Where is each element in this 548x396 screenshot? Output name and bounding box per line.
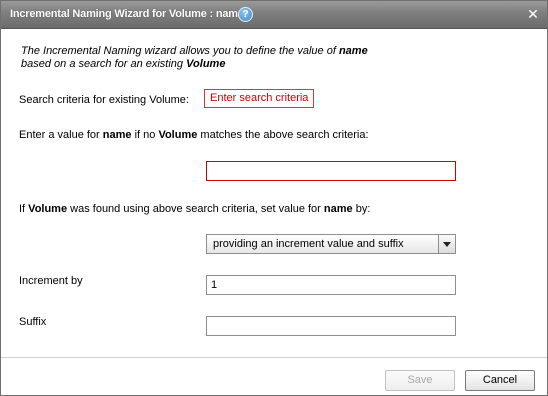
dialog-title-bar[interactable]: Incremental Naming Wizard for Volume : n… — [1, 1, 547, 29]
dropdown-button[interactable] — [438, 235, 455, 253]
increment-label: Increment by — [19, 275, 83, 287]
help-icon[interactable]: ? — [238, 7, 253, 22]
intro-text: The Incremental Naming wizard allows you… — [21, 45, 368, 71]
dialog-title: Incremental Naming Wizard for Volume : n… — [10, 8, 244, 20]
increment-input[interactable] — [206, 275, 456, 295]
intro-part1: The Incremental Naming wizard allows you… — [21, 45, 339, 57]
cancel-button[interactable]: Cancel — [465, 370, 535, 391]
search-criteria-label: Search criteria for existing Volume: — [19, 94, 189, 106]
enter-search-criteria-link[interactable]: Enter search criteria — [204, 89, 315, 108]
intro-part2: based on a search for an existing — [21, 58, 187, 70]
chevron-down-icon — [443, 242, 451, 247]
incremental-naming-dialog: Incremental Naming Wizard for Volume : n… — [0, 0, 548, 396]
save-button[interactable]: Save — [385, 370, 455, 391]
value-method-select[interactable]: providing an increment value and suffix — [206, 234, 456, 254]
found-value-label: If Volume was found using above search c… — [19, 203, 371, 215]
suffix-label: Suffix — [19, 316, 47, 328]
fallback-value-label: Enter a value for name if no Volume matc… — [19, 129, 369, 141]
intro-field-name: name — [338, 45, 368, 57]
intro-object-name: Volume — [186, 58, 226, 70]
suffix-input[interactable] — [206, 316, 456, 336]
dialog-footer: Save Cancel — [1, 357, 547, 395]
value-method-selected: providing an increment value and suffix — [213, 238, 404, 250]
close-icon[interactable]: ✕ — [526, 7, 540, 21]
fallback-value-input[interactable] — [206, 161, 456, 181]
